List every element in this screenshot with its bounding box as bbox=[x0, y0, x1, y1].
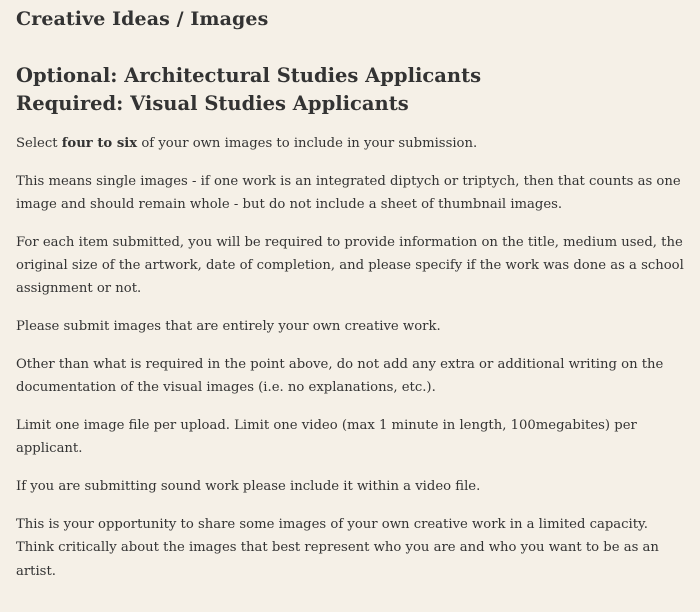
paragraph-item-information: For each item submitted, you will be req… bbox=[16, 234, 684, 297]
paragraph-single-images: This means single images - if one work i… bbox=[16, 173, 681, 213]
heading-required-visual: Required: Visual Studies Applicants bbox=[16, 92, 409, 115]
section-title: Creative Ideas / Images bbox=[16, 8, 269, 30]
page-content: Creative Ideas / Images Optional: Archit… bbox=[0, 0, 700, 612]
intro-text-before: Select bbox=[16, 136, 62, 151]
paragraph-opportunity: This is your opportunity to share some i… bbox=[16, 517, 659, 579]
paragraph-upload-limits: Limit one image file per upload. Limit o… bbox=[16, 418, 637, 457]
intro-bold-count: four to six bbox=[61, 136, 138, 151]
intro-text-after: of your own images to include in your su… bbox=[137, 136, 478, 151]
applicant-requirements-heading: Optional: Architectural Studies Applican… bbox=[16, 62, 684, 118]
intro-paragraph: Select four to six of your own images to… bbox=[16, 132, 684, 155]
paragraph-no-extra-writing: Other than what is required in the point… bbox=[16, 357, 664, 396]
paragraph-sound-work: If you are submitting sound work please … bbox=[16, 479, 481, 495]
paragraph-own-work: Please submit images that are entirely y… bbox=[16, 319, 441, 335]
heading-optional-architectural: Optional: Architectural Studies Applican… bbox=[16, 64, 482, 87]
